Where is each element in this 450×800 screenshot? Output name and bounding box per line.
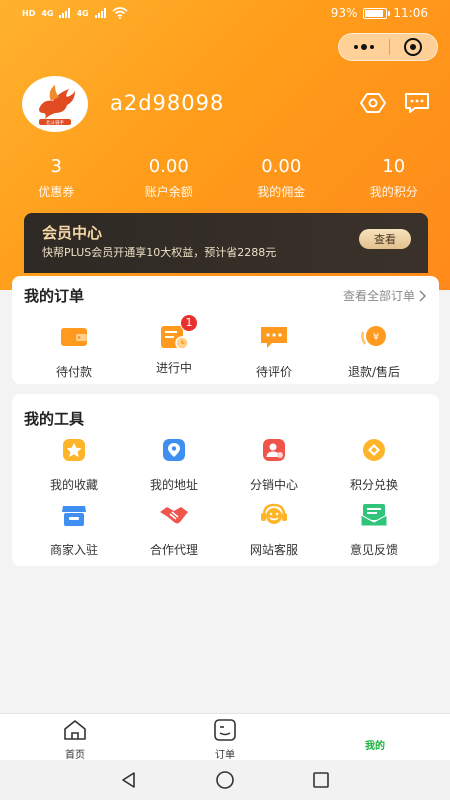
customer-service-icon <box>261 503 287 524</box>
settings-hexagon-icon[interactable] <box>360 92 386 114</box>
home-icon <box>64 720 86 740</box>
see-all-orders-link[interactable]: 查看全部订单 <box>343 287 427 304</box>
tool-points-exchange[interactable]: 积分兑换 <box>324 435 424 493</box>
order-refund-aftersale[interactable]: ¥ 退款/售后 <box>324 322 424 380</box>
member-title: 会员中心 <box>42 224 103 242</box>
network-badge-2: 4G <box>76 8 89 18</box>
order-in-progress[interactable]: 1 进行中 <box>124 314 224 376</box>
stat-label: 我的积分 <box>369 185 418 199</box>
location-icon <box>163 439 185 461</box>
status-right: 93% 11:06 <box>331 6 428 20</box>
battery-icon <box>363 7 391 19</box>
distribution-icon <box>263 439 285 461</box>
square-recents-icon <box>313 772 329 788</box>
message-icon[interactable] <box>404 92 430 114</box>
recents-button[interactable] <box>308 767 334 793</box>
feedback-icon <box>360 504 388 527</box>
order-item-label: 进行中 <box>155 361 192 375</box>
chevron-right-icon <box>419 289 427 302</box>
avatar[interactable]: 北斗骑手 <box>22 76 88 132</box>
tool-address[interactable]: 我的地址 <box>124 435 224 493</box>
star-icon <box>63 439 85 461</box>
home-nav-button[interactable] <box>212 767 238 793</box>
my-orders-card: 我的订单 查看全部订单 待付款 1 进行中 待评价 ¥ 退款/售后 <box>12 276 439 384</box>
tool-favorites[interactable]: 我的收藏 <box>24 435 124 493</box>
points-exchange-icon <box>363 439 385 461</box>
tool-label: 分销中心 <box>249 478 298 492</box>
order-item-label: 待评价 <box>255 365 292 379</box>
tool-label: 合作代理 <box>149 543 198 557</box>
circle-home-icon <box>216 771 234 789</box>
close-miniprogram-button[interactable] <box>389 33 437 61</box>
stat-value: 0.00 <box>261 156 302 177</box>
triangle-back-icon <box>122 772 135 788</box>
member-subtitle: 快帮PLUS会员开通享10大权益，预计省2288元 <box>42 246 277 259</box>
tab-label: 首页 <box>65 750 85 761</box>
tab-mine[interactable]: 我的 <box>300 714 450 760</box>
bottom-tab-bar: 首页 订单 我的 <box>0 713 450 761</box>
tool-label: 我的地址 <box>149 478 198 492</box>
signal-icon-2 <box>94 8 106 18</box>
tool-label: 意见反馈 <box>349 543 398 557</box>
stat-value: 10 <box>382 156 406 177</box>
stat-label: 我的佣金 <box>257 185 306 199</box>
member-center-banner[interactable]: 会员中心 快帮PLUS会员开通享10大权益，预计省2288元 查看 <box>24 213 428 273</box>
hd-badge: HD <box>22 8 36 18</box>
tab-orders[interactable]: 订单 <box>150 714 300 761</box>
order-icon <box>214 719 236 741</box>
tab-label: 我的 <box>365 741 385 752</box>
tool-merchant-join[interactable]: 商家入驻 <box>24 500 124 558</box>
battery-percent: 93% <box>330 6 358 20</box>
tool-label: 我的收藏 <box>49 478 98 492</box>
tool-label: 商家入驻 <box>49 543 98 557</box>
signal-icon <box>59 8 71 18</box>
username: a2d98098 <box>110 91 225 115</box>
clock: 11:06 <box>393 6 428 20</box>
wifi-icon <box>112 7 128 19</box>
tool-distribution[interactable]: 分销中心 <box>224 435 324 493</box>
miniprogram-capsule <box>338 33 438 61</box>
order-item-label: 待付款 <box>55 365 92 379</box>
pegasus-logo-icon: 北斗骑手 <box>39 85 75 126</box>
store-icon <box>62 506 86 526</box>
tool-customer-service[interactable]: 网站客服 <box>224 500 324 558</box>
target-icon <box>404 38 423 56</box>
avatar-caption: 北斗骑手 <box>46 119 64 126</box>
status-bar: HD 4G 4G 93% 11:06 <box>0 0 450 28</box>
stat-label: 优惠券 <box>38 185 75 199</box>
order-to-review[interactable]: 待评价 <box>224 322 324 380</box>
stat-label: 账户余额 <box>144 185 193 199</box>
system-nav-bar <box>0 760 450 800</box>
stat-points[interactable]: 10 我的积分 <box>338 156 450 200</box>
handshake-icon <box>160 507 188 524</box>
order-pending-payment[interactable]: 待付款 <box>24 322 124 380</box>
stat-coupons[interactable]: 3 优惠券 <box>0 156 113 200</box>
wallet-icon <box>61 328 87 346</box>
tab-home[interactable]: 首页 <box>0 714 150 761</box>
status-left: HD 4G 4G <box>22 7 128 19</box>
back-button[interactable] <box>116 767 142 793</box>
see-all-label: 查看全部订单 <box>342 289 415 303</box>
tool-label: 网站客服 <box>249 543 298 557</box>
stat-value: 0.00 <box>148 156 189 177</box>
stat-balance[interactable]: 0.00 账户余额 <box>113 156 226 200</box>
tool-cooperation-agent[interactable]: 合作代理 <box>124 500 224 558</box>
tools-title: 我的工具 <box>24 410 85 428</box>
network-badge: 4G <box>41 8 54 18</box>
tool-feedback[interactable]: 意见反馈 <box>324 500 424 558</box>
order-count-badge: 1 <box>180 314 198 332</box>
refund-icon: ¥ <box>361 326 386 346</box>
account-stats: 3 优惠券 0.00 账户余额 0.00 我的佣金 10 我的积分 <box>0 156 450 200</box>
member-view-button[interactable]: 查看 <box>359 229 411 249</box>
comment-icon <box>261 327 287 348</box>
tab-label: 订单 <box>215 750 235 761</box>
stat-value: 3 <box>50 156 62 177</box>
svg-text:¥: ¥ <box>373 332 379 343</box>
orders-title: 我的订单 <box>24 287 85 305</box>
more-menu-button[interactable] <box>339 33 389 61</box>
my-tools-card: 我的工具 我的收藏 我的地址 分销中心 积分兑换 商家入驻 合作代理 网站客服 … <box>12 394 439 566</box>
stat-commission[interactable]: 0.00 我的佣金 <box>225 156 338 200</box>
tool-label: 积分兑换 <box>349 478 398 492</box>
order-item-label: 退款/售后 <box>347 365 401 379</box>
